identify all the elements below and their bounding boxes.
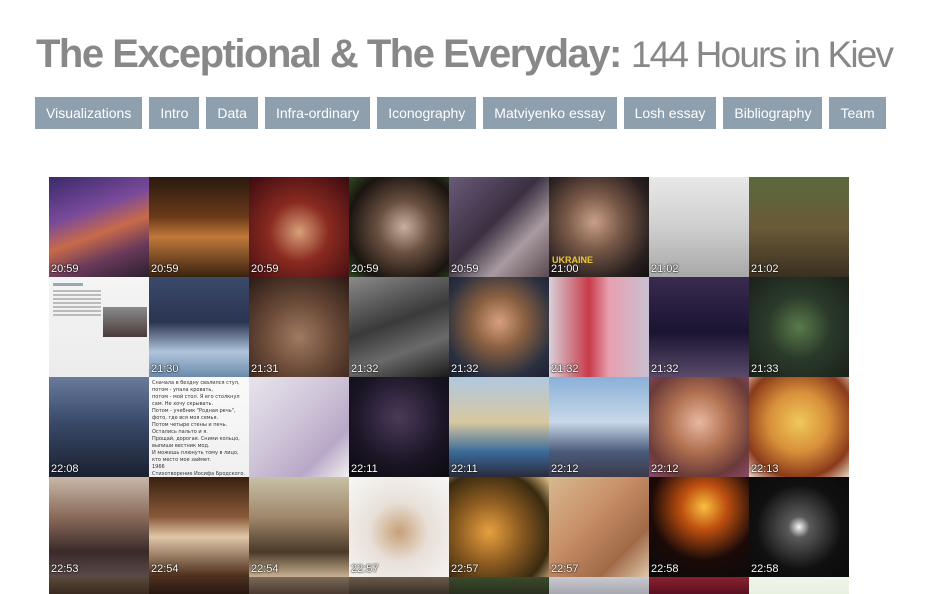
photo-tile[interactable]: UKRAINE 21:00	[549, 177, 649, 277]
nav-iconography[interactable]: Iconography	[377, 97, 477, 129]
photo-timestamp: 20:59	[51, 263, 79, 275]
photo-timestamp: 20:59	[451, 263, 479, 275]
nav-matviyenko-essay[interactable]: Matviyenko essay	[483, 97, 617, 129]
photo-grid: 20:59 20:59 20:59 20:59 20:59 UKRAINE 21:00 21:…	[49, 177, 849, 577]
photo-tile[interactable]: 22:57	[449, 477, 549, 577]
photo-tile[interactable]: 22:13	[749, 377, 849, 477]
photo-grid-partial-row	[49, 577, 849, 594]
photo-timestamp: 21:32	[351, 363, 379, 375]
photo-tile[interactable]: 21:32	[349, 277, 449, 377]
photo-tile[interactable]: 22:12	[649, 377, 749, 477]
nav-bibliography[interactable]: Bibliography	[723, 97, 823, 129]
photo-tile[interactable]: 21:02	[749, 177, 849, 277]
photo-tile[interactable]: 22:11	[349, 377, 449, 477]
photo-timestamp: 22:12	[551, 463, 579, 475]
photo-tile[interactable]: 20:59	[249, 177, 349, 277]
photo-timestamp: 21:32	[551, 363, 579, 375]
photo-timestamp: 21:30	[151, 363, 179, 375]
photo-tile[interactable]: 21:32	[649, 277, 749, 377]
photo-timestamp: 22:12	[651, 463, 679, 475]
photo-tile[interactable]: 21:32	[549, 277, 649, 377]
photo-tile[interactable]	[449, 577, 549, 594]
page-title-main: The Exceptional & The Everyday:	[36, 32, 622, 76]
photo-tile[interactable]	[49, 277, 149, 377]
photo-tile[interactable]	[649, 577, 749, 594]
nav-visualizations[interactable]: Visualizations	[35, 97, 143, 129]
photo-tile[interactable]	[549, 577, 649, 594]
photo-timestamp: 21:02	[751, 263, 779, 275]
photo-timestamp: 21:02	[651, 263, 679, 275]
photo-tile[interactable]: 22:54	[149, 477, 249, 577]
photo-tile[interactable]: 22:08	[49, 377, 149, 477]
page-title: The Exceptional & The Everyday: 144 Hours…	[36, 30, 894, 87]
nav-team[interactable]: Team	[829, 97, 886, 129]
photo-tile[interactable]: 22:11	[449, 377, 549, 477]
photo-tile[interactable]	[749, 577, 849, 594]
photo-tile[interactable]	[49, 577, 149, 594]
photo-timestamp: 21:33	[751, 363, 779, 375]
photo-tile[interactable]: 21:30	[149, 277, 249, 377]
photo-tile[interactable]: 20:59	[49, 177, 149, 277]
photo-timestamp: 21:32	[451, 363, 479, 375]
photo-timestamp: 20:59	[351, 263, 379, 275]
page-subtitle: 144 Hours in Kiev	[630, 34, 894, 75]
photo-tile[interactable]: 20:59	[349, 177, 449, 277]
document-photo	[103, 307, 147, 337]
photo-timestamp: 22:54	[151, 563, 179, 575]
photo-tile[interactable]: 22:54	[249, 477, 349, 577]
photo-timestamp: 22:11	[451, 463, 478, 475]
document-thumbnail	[53, 283, 101, 343]
photo-tile[interactable]: Сначала в бездну свалился стул, потом - …	[149, 377, 249, 477]
photo-timestamp: 22:53	[51, 563, 79, 575]
photo-timestamp: 20:59	[151, 263, 179, 275]
photo-tile[interactable]: 22:57	[549, 477, 649, 577]
photo-tile[interactable]: 20:59	[449, 177, 549, 277]
photo-tile[interactable]: 22:57	[349, 477, 449, 577]
nav-data[interactable]: Data	[206, 97, 258, 129]
photo-timestamp: 22:57	[351, 563, 379, 575]
photo-tile[interactable]	[149, 577, 249, 594]
photo-tile[interactable]: 21:32	[449, 277, 549, 377]
photo-tile[interactable]	[249, 577, 349, 594]
photo-timestamp: 22:57	[551, 563, 579, 575]
photo-tile[interactable]	[249, 377, 349, 477]
photo-tile[interactable]: 22:53	[49, 477, 149, 577]
photo-timestamp: 22:11	[351, 463, 378, 475]
photo-timestamp: 21:31	[251, 363, 279, 375]
photo-timestamp: 21:00	[551, 263, 579, 275]
main-nav: Visualizations Intro Data Infra-ordinary…	[35, 97, 886, 129]
photo-tile[interactable]: 22:58	[749, 477, 849, 577]
nav-infra-ordinary[interactable]: Infra-ordinary	[264, 97, 371, 129]
photo-tile[interactable]: 22:58	[649, 477, 749, 577]
photo-timestamp: 22:58	[751, 563, 779, 575]
photo-timestamp: 21:32	[651, 363, 679, 375]
poem-text: Сначала в бездну свалился стул, потом - …	[152, 380, 245, 477]
photo-timestamp: 22:58	[651, 563, 679, 575]
photo-tile[interactable]	[349, 577, 449, 594]
photo-tile[interactable]: 22:12	[549, 377, 649, 477]
photo-tile[interactable]: 21:33	[749, 277, 849, 377]
photo-tile[interactable]: 21:31	[249, 277, 349, 377]
photo-tile[interactable]: 21:02	[649, 177, 749, 277]
photo-timestamp: 22:54	[251, 563, 279, 575]
photo-timestamp: 22:08	[51, 463, 79, 475]
photo-tile[interactable]: 20:59	[149, 177, 249, 277]
nav-losh-essay[interactable]: Losh essay	[623, 97, 717, 129]
nav-intro[interactable]: Intro	[149, 97, 200, 129]
photo-timestamp: 22:57	[451, 563, 479, 575]
photo-timestamp: 22:13	[751, 463, 779, 475]
photo-timestamp: 20:59	[251, 263, 279, 275]
